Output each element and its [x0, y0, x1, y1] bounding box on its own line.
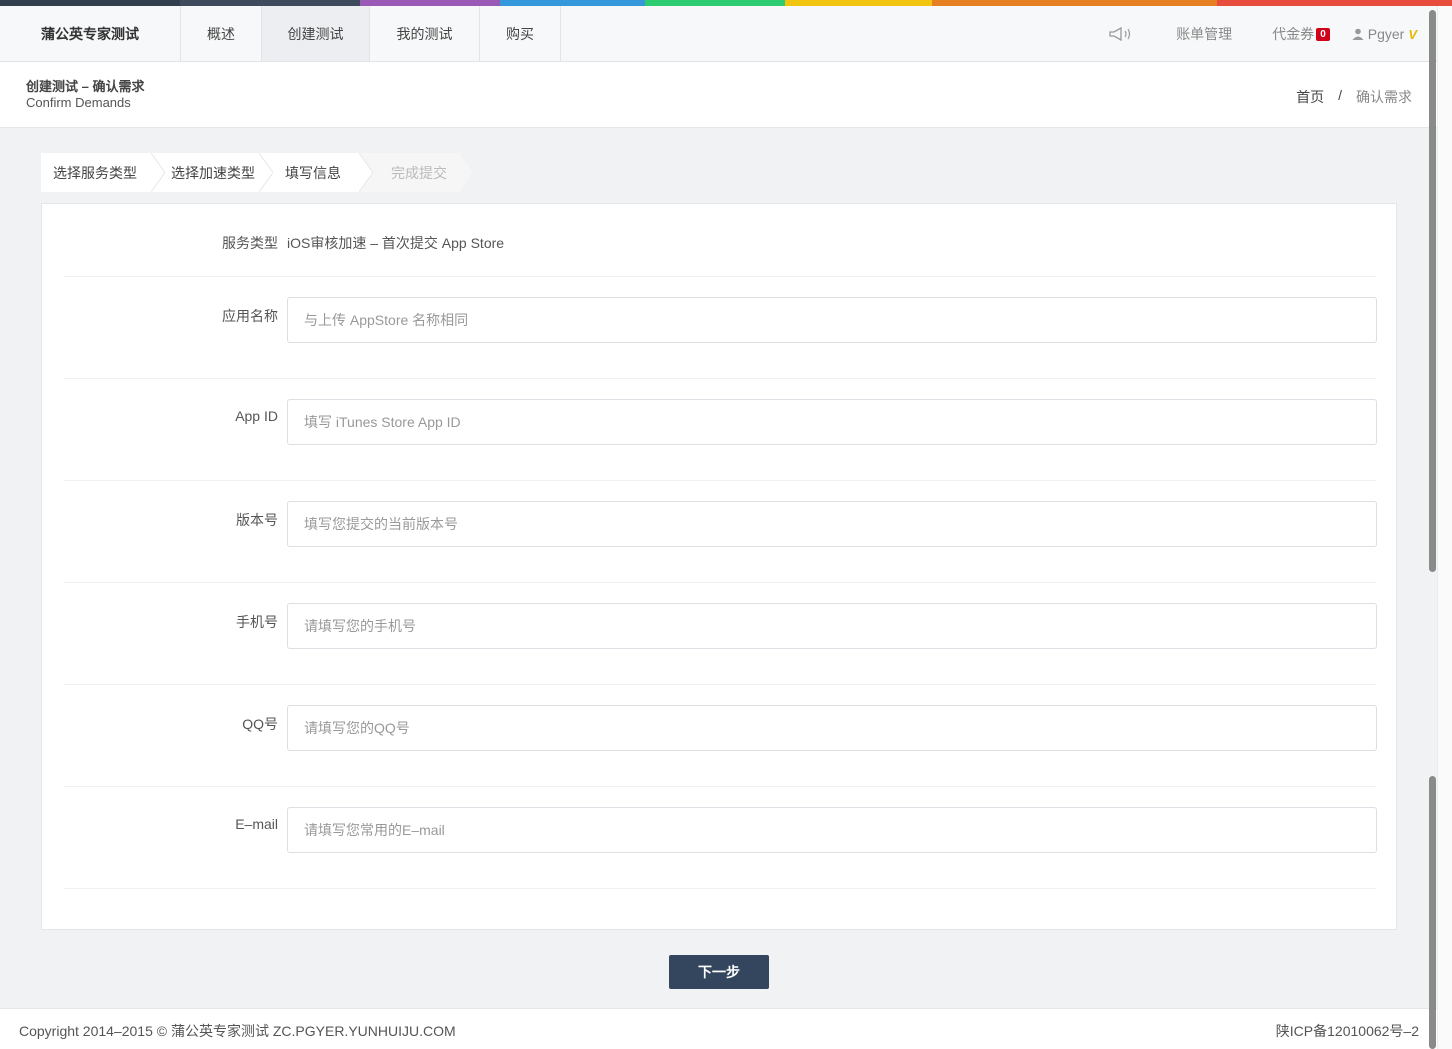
phone-label: 手机号	[236, 614, 278, 630]
user-icon	[1352, 28, 1364, 40]
breadcrumb-home[interactable]: 首页	[1296, 87, 1324, 107]
voucher-count-badge: 0	[1316, 27, 1330, 41]
page-scrollbar-thumb-lower[interactable]	[1429, 776, 1436, 1049]
breadcrumb: 首页 / 确认需求	[1296, 87, 1412, 107]
nav-item-purchase[interactable]: 购买	[480, 6, 561, 61]
form-row-app-name: 应用名称	[64, 277, 1377, 379]
version-input[interactable]	[287, 501, 1377, 547]
page-subtitle: Confirm Demands	[26, 95, 131, 110]
page-scrollbar-track[interactable]	[1437, 6, 1452, 1049]
qq-label: QQ号	[242, 716, 278, 732]
billing-link[interactable]: 账单管理	[1176, 24, 1232, 44]
step-select-service: 选择服务类型	[41, 153, 165, 192]
service-type-value: iOS审核加速 – 首次提交 App Store	[287, 235, 505, 251]
form-row-email: E–mail	[64, 787, 1377, 889]
form-card: 服务类型 iOS审核加速 – 首次提交 App Store 应用名称 App I…	[41, 203, 1397, 930]
step-wizard: 选择服务类型 选择加速类型 填写信息 完成提交	[41, 153, 473, 192]
app-name-label: 应用名称	[222, 308, 278, 324]
form-row-app-id: App ID	[64, 379, 1377, 481]
breadcrumb-separator: /	[1338, 87, 1342, 103]
brand-logo[interactable]: 蒲公英专家测试	[0, 6, 181, 61]
email-input[interactable]	[287, 807, 1377, 853]
page-header: 创建测试 – 确认需求 Confirm Demands 首页 / 确认需求	[0, 62, 1437, 128]
form-row-qq: QQ号	[64, 685, 1377, 787]
footer-icp[interactable]: 陕ICP备12010062号–2	[1276, 1021, 1419, 1041]
voucher-link[interactable]: 代金券 0	[1272, 24, 1330, 44]
top-navbar: 蒲公英专家测试 概述 创建测试 我的测试 购买 账单管理 代金券 0 Pgyer…	[0, 6, 1437, 62]
qq-input[interactable]	[287, 705, 1377, 751]
footer: Copyright 2014–2015 © 蒲公英专家测试 ZC.PGYER.Y…	[0, 1008, 1437, 1049]
app-id-label: App ID	[235, 408, 278, 424]
form-row-phone: 手机号	[64, 583, 1377, 685]
nav-right-group: 账单管理 代金券 0 Pgyer V	[1108, 6, 1437, 62]
form-row-service-type: 服务类型 iOS审核加速 – 首次提交 App Store	[64, 204, 1376, 277]
footer-copyright: Copyright 2014–2015 © 蒲公英专家测试 ZC.PGYER.Y…	[19, 1023, 456, 1039]
step-select-acceleration: 选择加速类型	[151, 153, 273, 192]
service-type-label: 服务类型	[222, 235, 278, 251]
page-title: 创建测试 – 确认需求	[26, 79, 145, 94]
version-label: 版本号	[236, 512, 278, 528]
vip-mark: V	[1408, 26, 1417, 42]
voucher-label: 代金券	[1272, 26, 1315, 42]
email-label: E–mail	[235, 816, 278, 832]
step-label: 完成提交	[391, 164, 447, 181]
step-label: 选择加速类型	[171, 164, 255, 181]
app-name-input[interactable]	[287, 297, 1377, 343]
user-name: Pgyer	[1367, 26, 1405, 42]
breadcrumb-current: 确认需求	[1356, 89, 1412, 105]
phone-input[interactable]	[287, 603, 1377, 649]
announcement-icon[interactable]	[1108, 26, 1136, 42]
form-row-version: 版本号	[64, 481, 1377, 583]
nav-item-overview[interactable]: 概述	[181, 6, 262, 61]
step-fill-info: 填写信息	[259, 153, 373, 192]
app-id-input[interactable]	[287, 399, 1377, 445]
user-menu[interactable]: Pgyer V	[1352, 26, 1417, 42]
nav-item-my-tests[interactable]: 我的测试	[370, 6, 480, 61]
step-label: 填写信息	[285, 164, 341, 181]
nav-item-create-test[interactable]: 创建测试	[262, 6, 370, 61]
step-label: 选择服务类型	[53, 164, 137, 181]
step-submit-complete: 完成提交	[359, 153, 473, 192]
page-scrollbar-thumb[interactable]	[1429, 10, 1436, 572]
next-step-button[interactable]: 下一步	[669, 955, 769, 989]
